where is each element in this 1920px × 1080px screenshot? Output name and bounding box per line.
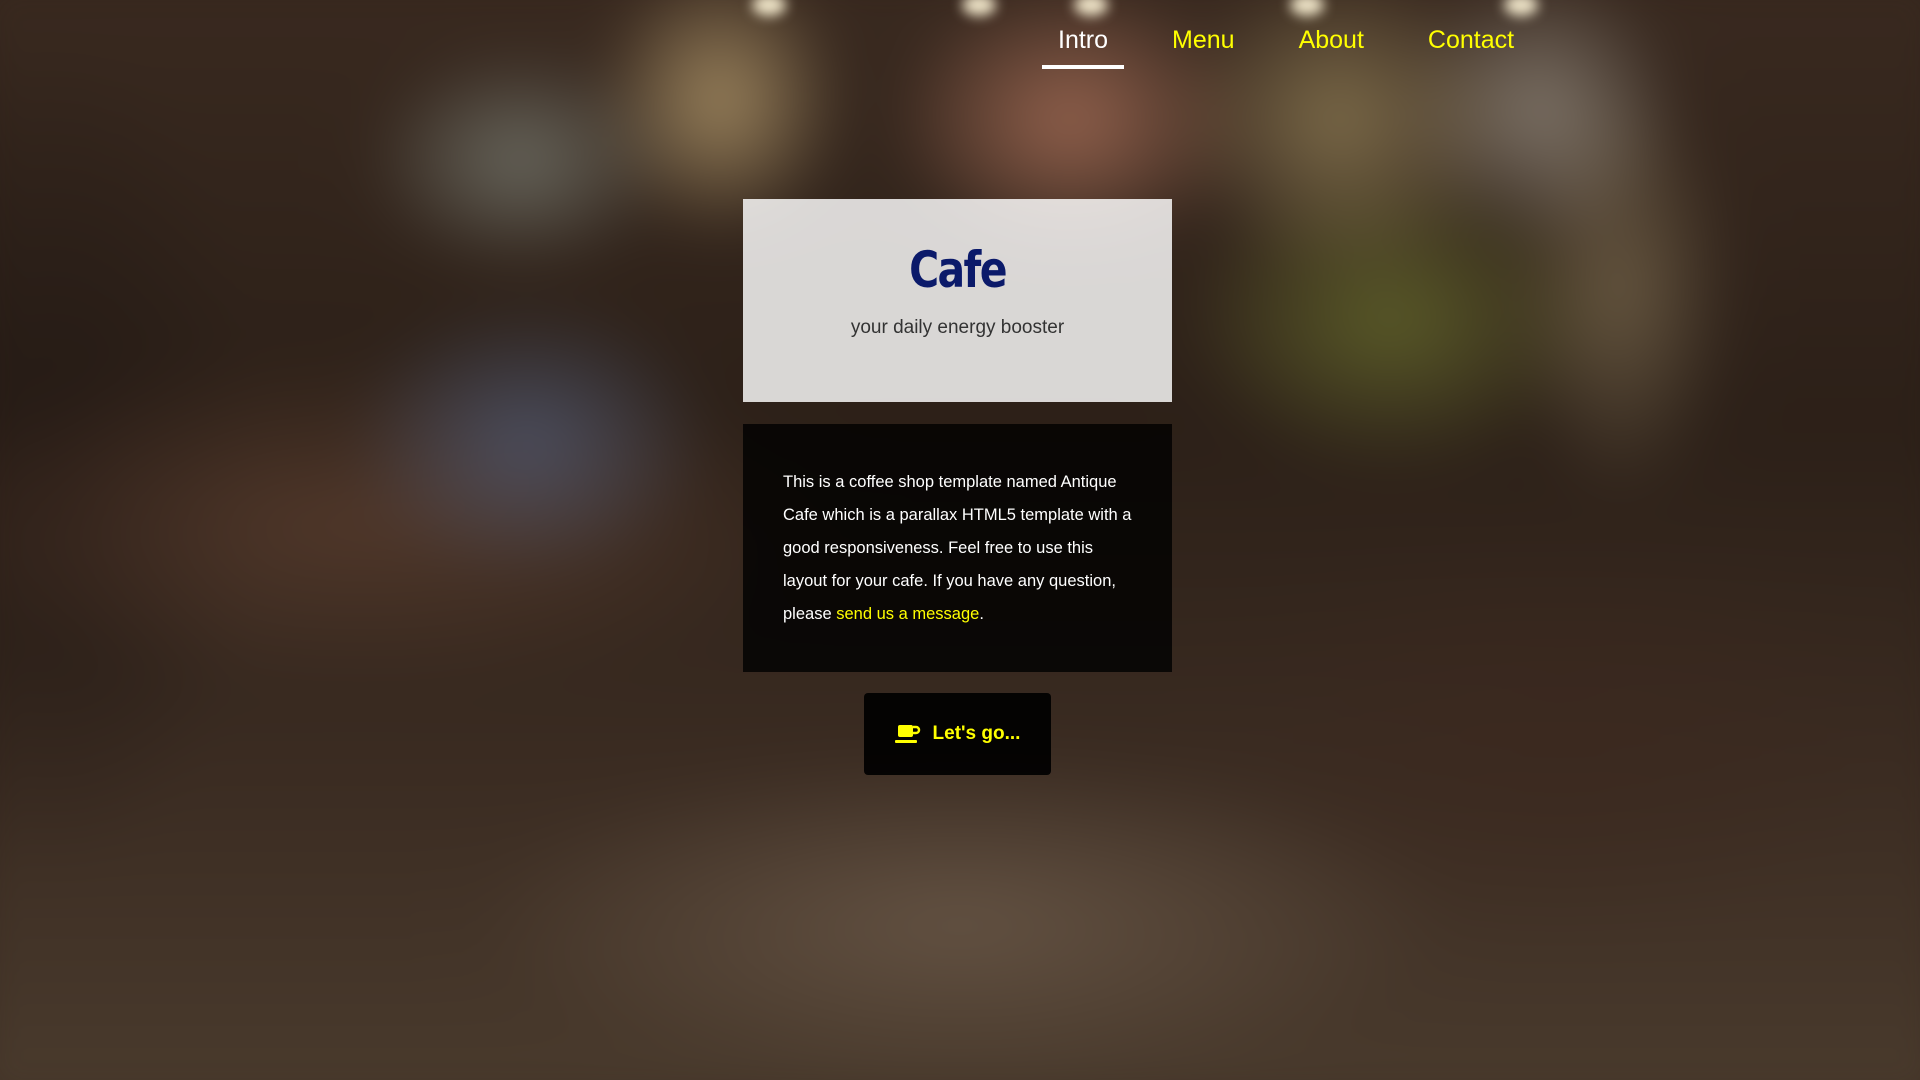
- site-title: Cafe: [909, 241, 1007, 299]
- lets-go-label: Let's go...: [932, 723, 1021, 744]
- page: Intro Menu About Contact Cafe your daily…: [0, 0, 1920, 1080]
- lets-go-button[interactable]: Let's go...: [864, 693, 1051, 775]
- nav-item-about[interactable]: About: [1283, 22, 1380, 69]
- nav-item-menu[interactable]: Menu: [1156, 22, 1251, 69]
- nav-item-intro[interactable]: Intro: [1042, 22, 1125, 69]
- intro-text: This is a coffee shop template named Ant…: [783, 466, 1132, 631]
- main-nav: Intro Menu About Contact: [1042, 22, 1530, 69]
- site-subtitle: your daily energy booster: [850, 317, 1065, 338]
- intro-text-end: .: [979, 605, 984, 623]
- nav-item-contact[interactable]: Contact: [1412, 22, 1530, 69]
- intro-text-body: This is a coffee shop template named Ant…: [783, 473, 1132, 623]
- hero-title-card: Cafe your daily energy booster: [743, 199, 1172, 402]
- send-message-link[interactable]: send us a message: [836, 605, 979, 623]
- intro-description-card: This is a coffee shop template named Ant…: [743, 424, 1172, 672]
- coffee-cup-icon: [894, 725, 920, 743]
